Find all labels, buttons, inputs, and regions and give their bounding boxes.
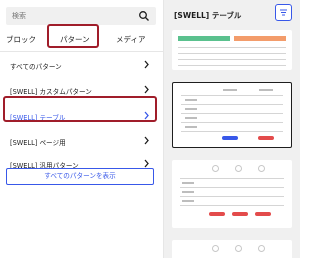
category-label: すべてのパターン	[10, 63, 62, 71]
category-item-page[interactable]: [SWELL] ページ用	[0, 131, 163, 151]
search-box[interactable]: 検索	[6, 7, 156, 25]
search-input[interactable]: 検索	[12, 11, 26, 21]
chevron-right-icon	[144, 85, 149, 94]
table-header-orange	[234, 36, 286, 41]
tab-blocks[interactable]: ブロック	[6, 34, 36, 45]
category-item-all[interactable]: すべてのパターン	[0, 55, 163, 75]
highlight-box-category	[3, 96, 157, 122]
pattern-card-selected[interactable]	[172, 82, 292, 148]
inserter-panel: 検索 ブロック パターン メディア すべてのパターン [SWELL] カスタムパ…	[0, 0, 164, 258]
pattern-card[interactable]	[172, 240, 292, 264]
chevron-right-icon	[144, 159, 149, 168]
filter-button[interactable]	[275, 4, 292, 21]
table-header-green	[178, 36, 230, 41]
pattern-card[interactable]	[172, 30, 292, 70]
divider	[0, 51, 163, 52]
preview-title: [SWELL] テーブル	[174, 11, 242, 20]
chevron-right-icon	[144, 60, 149, 69]
chevron-right-icon	[144, 136, 149, 145]
pattern-card[interactable]	[172, 160, 292, 228]
search-icon[interactable]	[138, 10, 150, 22]
category-label: [SWELL] ページ用	[10, 139, 66, 147]
tab-media[interactable]: メディア	[116, 34, 145, 45]
show-all-patterns-button[interactable]: すべてのパターンを表示	[6, 168, 154, 185]
category-label: [SWELL] カスタムパターン	[10, 88, 92, 96]
highlight-box-tab	[47, 24, 99, 48]
filter-icon	[280, 9, 287, 16]
pattern-preview-panel: [SWELL] テーブル	[164, 0, 300, 264]
